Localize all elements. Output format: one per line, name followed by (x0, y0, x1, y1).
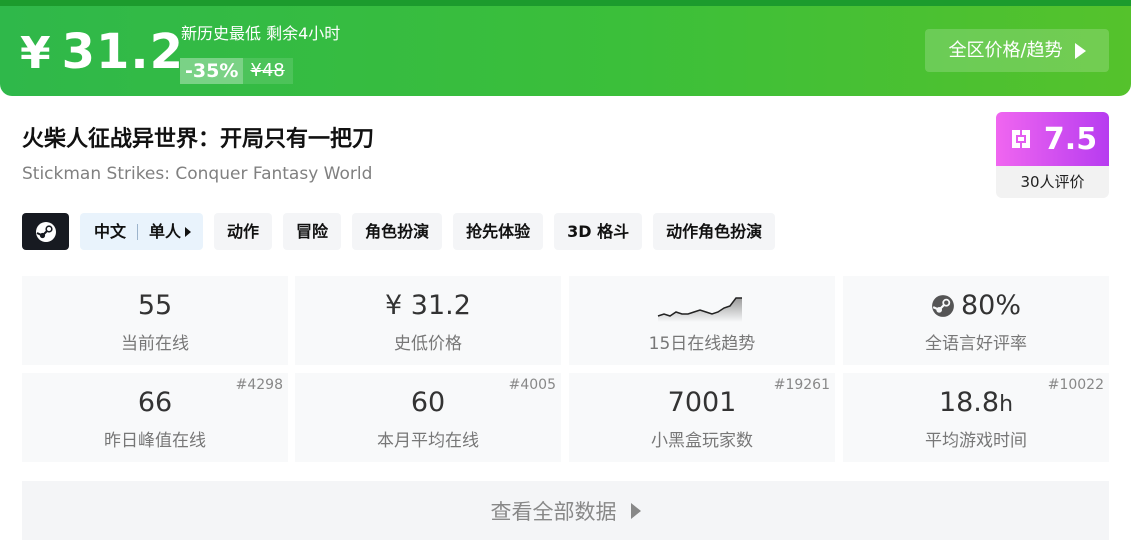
stat-yesterday-peak[interactable]: #4298 66 昨日峰值在线 (22, 373, 288, 462)
region-price-trend-label: 全区价格/趋势 (948, 40, 1063, 61)
price-value: 31.2 (61, 24, 185, 80)
caret-right-icon (185, 226, 192, 237)
currency-symbol: ¥ (20, 28, 52, 79)
stat-online-trend[interactable]: 15日在线趋势 (569, 276, 835, 365)
tag-item[interactable]: 冒险 (283, 213, 342, 250)
discount-row: -35% ¥48 (180, 58, 293, 84)
discount-badge: -35% (180, 58, 244, 84)
score-count: 30人评价 (1020, 173, 1085, 191)
current-price: ¥31.2 (20, 24, 184, 82)
heybox-players-label: 小黑盒玩家数 (651, 431, 753, 451)
original-price: ¥48 (243, 58, 293, 84)
current-online-value: 55 (137, 290, 173, 321)
stat-avg-playtime[interactable]: #10022 18.8h 平均游戏时间 (843, 373, 1109, 462)
avg-playtime-value: 18.8 (938, 387, 1000, 418)
tag-item[interactable]: 抢先体验 (453, 213, 544, 250)
price-banner: ¥31.2 新历史最低 剩余4小时 -35% ¥48 全区价格/趋势 (0, 0, 1131, 96)
language-mode-tag[interactable]: 中文 单人 (80, 213, 204, 250)
monthly-avg-label: 本月平均在线 (377, 431, 479, 451)
positive-rate-label: 全语言好评率 (925, 334, 1027, 354)
yesterday-peak-label: 昨日峰值在线 (104, 431, 206, 451)
tag-item[interactable]: 动作角色扮演 (653, 213, 776, 250)
tag-item[interactable]: 3D 格斗 (554, 213, 643, 250)
region-price-trend-button[interactable]: 全区价格/趋势 (925, 29, 1109, 72)
positive-rate-value: 80% (960, 290, 1021, 321)
score-value: 7.5 (1043, 121, 1098, 157)
heybox-players-value: 7001 (667, 387, 737, 418)
steam-icon (35, 221, 56, 242)
tag-row: 中文 单人 动作 冒险 角色扮演 抢先体验 3D 格斗 动作角色扮演 (22, 213, 776, 250)
tag-divider (137, 223, 139, 240)
platform-tag[interactable] (22, 213, 69, 250)
steam-icon (932, 295, 954, 317)
lowest-price-label: 史低价格 (394, 334, 462, 354)
play-arrow-icon (1074, 42, 1086, 59)
stat-current-online[interactable]: 55 当前在线 (22, 276, 288, 365)
stat-positive-rate[interactable]: 80% 全语言好评率 (843, 276, 1109, 365)
avg-playtime-label: 平均游戏时间 (925, 431, 1027, 451)
play-arrow-icon (630, 502, 641, 519)
yesterday-peak-value: 66 (137, 387, 173, 418)
tag-item[interactable]: 动作 (214, 213, 273, 250)
positive-rate-row: 80% (843, 289, 1109, 327)
online-trend-label: 15日在线趋势 (648, 334, 756, 354)
game-title-en: Stickman Strikes: Conquer Fantasy World (22, 164, 373, 184)
score-top: 7.5 (996, 112, 1109, 166)
game-title-cn: 火柴人征战异世界：开局只有一把刀 (22, 127, 375, 152)
lowest-price-value: ¥ 31.2 (385, 290, 471, 321)
avg-playtime-unit: h (999, 392, 1014, 417)
view-all-data-button[interactable]: 查看全部数据 (22, 481, 1109, 540)
monthly-avg-value: 60 (410, 387, 446, 418)
opencritic-logo-icon (1011, 130, 1030, 148)
score-badge[interactable]: 7.5 30人评价 (996, 112, 1109, 198)
price-note: 新历史最低 剩余4小时 (181, 24, 341, 43)
stat-heybox-players[interactable]: #19261 7001 小黑盒玩家数 (569, 373, 835, 462)
avg-playtime-row: 18.8h (843, 386, 1109, 422)
stat-lowest-price[interactable]: ¥ 31.2 史低价格 (295, 276, 561, 365)
mode-label: 单人 (149, 222, 182, 241)
tag-item[interactable]: 角色扮演 (352, 213, 443, 250)
online-trend-sparkline (657, 297, 742, 322)
current-online-label: 当前在线 (121, 334, 189, 354)
stat-monthly-avg[interactable]: #4005 60 本月平均在线 (295, 373, 561, 462)
view-all-data-label: 查看全部数据 (490, 499, 617, 524)
language-label: 中文 (94, 222, 127, 241)
